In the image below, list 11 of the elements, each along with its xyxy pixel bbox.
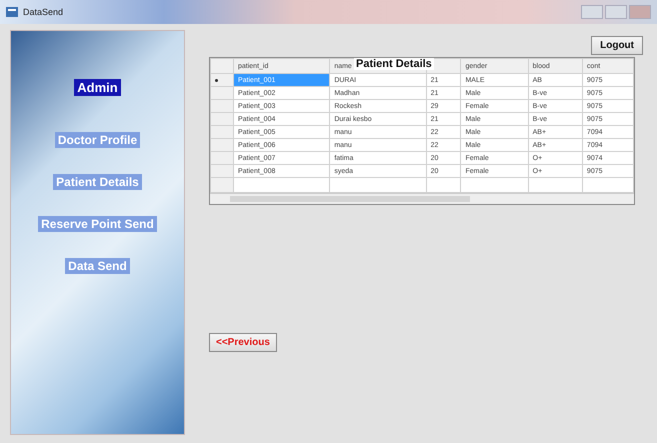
close-button[interactable] (629, 5, 651, 19)
logout-button[interactable]: Logout (591, 36, 643, 55)
maximize-button[interactable] (605, 5, 627, 19)
horizontal-scrollbar[interactable] (210, 193, 634, 204)
previous-button[interactable]: <<Previous (209, 333, 277, 352)
grid-title: Patient Details (354, 58, 434, 70)
app-icon (6, 7, 18, 17)
minimize-button[interactable] (581, 5, 603, 19)
sidebar-link[interactable]: Admin (74, 79, 121, 96)
window-title: DataSend (23, 7, 64, 17)
row-pointer-icon (215, 78, 218, 82)
